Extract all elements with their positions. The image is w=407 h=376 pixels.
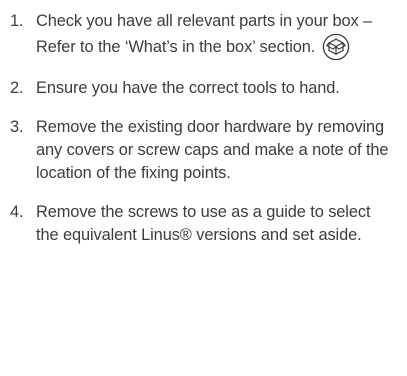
step-number: 1.	[10, 12, 24, 30]
instruction-step-3: 3. Remove the existing door hardware by …	[10, 116, 395, 185]
step-text: Remove the existing door hardware by rem…	[36, 118, 389, 182]
instruction-step-1: 1. Check you have all relevant parts in …	[10, 10, 395, 61]
step-number: 4.	[10, 203, 24, 221]
step-number: 2.	[10, 79, 24, 97]
step-text: Ensure you have the correct tools to han…	[36, 79, 340, 97]
instruction-step-2: 2. Ensure you have the correct tools to …	[10, 77, 395, 100]
instruction-steps-list: 1. Check you have all relevant parts in …	[10, 10, 395, 247]
instruction-step-4: 4. Remove the screws to use as a guide t…	[10, 201, 395, 247]
box-parts-icon	[322, 33, 350, 61]
step-number: 3.	[10, 118, 24, 136]
step-text: Remove the screws to use as a guide to s…	[36, 203, 371, 244]
instructions-page: 1. Check you have all relevant parts in …	[0, 0, 407, 376]
